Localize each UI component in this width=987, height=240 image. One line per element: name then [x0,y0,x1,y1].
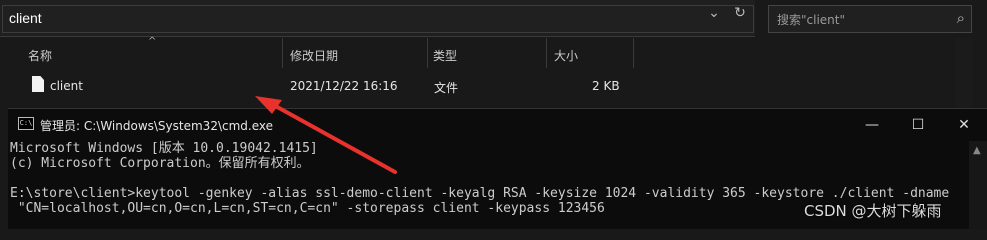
column-header-modified[interactable]: 修改日期 [280,38,428,68]
chevron-down-icon[interactable]: ⌄ [705,4,723,22]
search-icon: ⌕ [956,9,965,27]
address-path-field[interactable]: client [2,5,754,33]
file-size: 2 KB [592,79,620,93]
watermark: CSDN @大树下躲雨 [804,202,942,220]
cmd-title-text: 管理员: C:\Windows\System32\cmd.exe [40,119,273,133]
file-icon [32,76,44,92]
console-line: (c) Microsoft Corporation。保留所有权利。 [10,156,310,171]
column-header-size-label: 大小 [554,49,579,63]
column-header-size[interactable]: 大小 [544,38,634,68]
cmd-scrollbar[interactable]: ▲ [969,141,987,229]
explorer-scrollbar[interactable] [955,38,973,108]
address-path-text: client [9,10,42,26]
address-bar: client ⌄ ↻ [0,0,755,37]
cmd-title-bar[interactable]: C:\ 管理员: C:\Windows\System32\cmd.exe — ☐… [8,109,987,140]
search-input[interactable]: 搜索"client" ⌕ [768,5,972,33]
console-line: E:\store\client>keytool -genkey -alias s… [10,186,950,201]
refresh-icon[interactable]: ↻ [731,4,749,22]
file-name: client [50,79,83,93]
close-icon[interactable]: ✕ [941,113,987,137]
column-header-type[interactable]: 类型 [423,38,547,68]
maximize-icon[interactable]: ☐ [895,113,941,137]
search-placeholder: 搜索"client" [777,13,845,27]
column-header-name-label: 名称 [28,49,53,63]
file-modified: 2021/12/22 16:16 [290,79,398,93]
file-type: 文件 [434,81,459,95]
minimize-icon[interactable]: — [849,113,895,137]
column-header-name[interactable]: 名称 [18,38,283,68]
file-row[interactable]: client 2021/12/22 16:16 文件 2 KB [0,72,755,100]
column-header-modified-label: 修改日期 [290,49,339,63]
scroll-up-icon[interactable]: ▲ [973,145,981,156]
cmd-app-icon: C:\ [18,117,34,130]
console-line: Microsoft Windows [版本 10.0.19042.1415] [10,141,318,156]
column-header-type-label: 类型 [433,49,458,63]
